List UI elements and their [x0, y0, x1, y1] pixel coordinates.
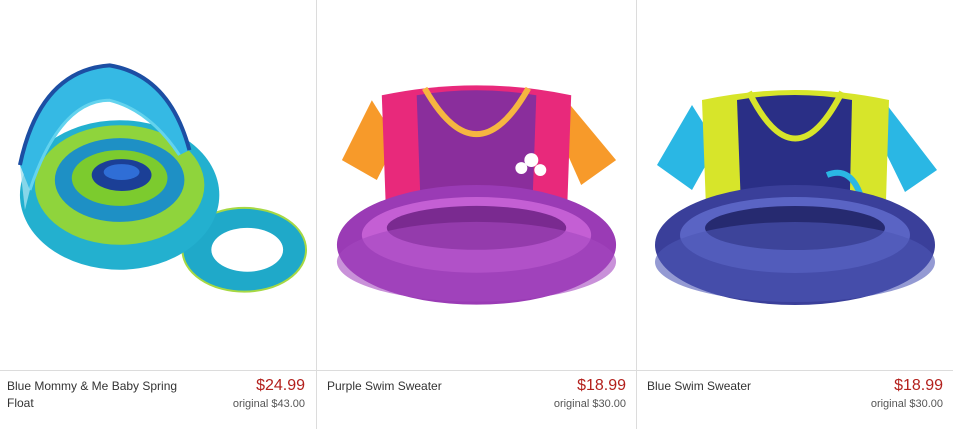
product-image[interactable] — [317, 0, 636, 370]
divider — [637, 370, 953, 371]
product-name[interactable]: Purple Swim Sweater — [327, 378, 517, 395]
product-price: $24.99 — [256, 377, 305, 394]
product-card-purple-swim-sweater[interactable]: Purple Swim Sweater $18.99 original $30.… — [317, 0, 637, 429]
product-image[interactable] — [637, 0, 953, 370]
divider — [317, 370, 636, 371]
product-name[interactable]: Blue Swim Sweater — [647, 378, 837, 395]
product-name[interactable]: Blue Mommy & Me Baby Spring Float — [7, 378, 197, 412]
divider — [0, 370, 316, 371]
product-price: $18.99 — [894, 377, 943, 394]
spring-float-image — [17, 63, 308, 293]
product-price: $18.99 — [577, 377, 626, 394]
original-price: original $30.00 — [553, 398, 626, 410]
product-grid: Blue Mommy & Me Baby Spring Float $24.99… — [0, 0, 953, 429]
blue-swim-sweater-image — [655, 90, 937, 305]
product-card-spring-float[interactable]: Blue Mommy & Me Baby Spring Float $24.99… — [0, 0, 317, 429]
product-card-blue-swim-sweater[interactable]: Blue Swim Sweater $18.99 original $30.00 — [637, 0, 953, 429]
original-price: original $43.00 — [232, 398, 305, 410]
original-price: original $30.00 — [870, 398, 943, 410]
product-image[interactable] — [0, 0, 316, 370]
purple-swim-sweater-image — [336, 85, 617, 305]
